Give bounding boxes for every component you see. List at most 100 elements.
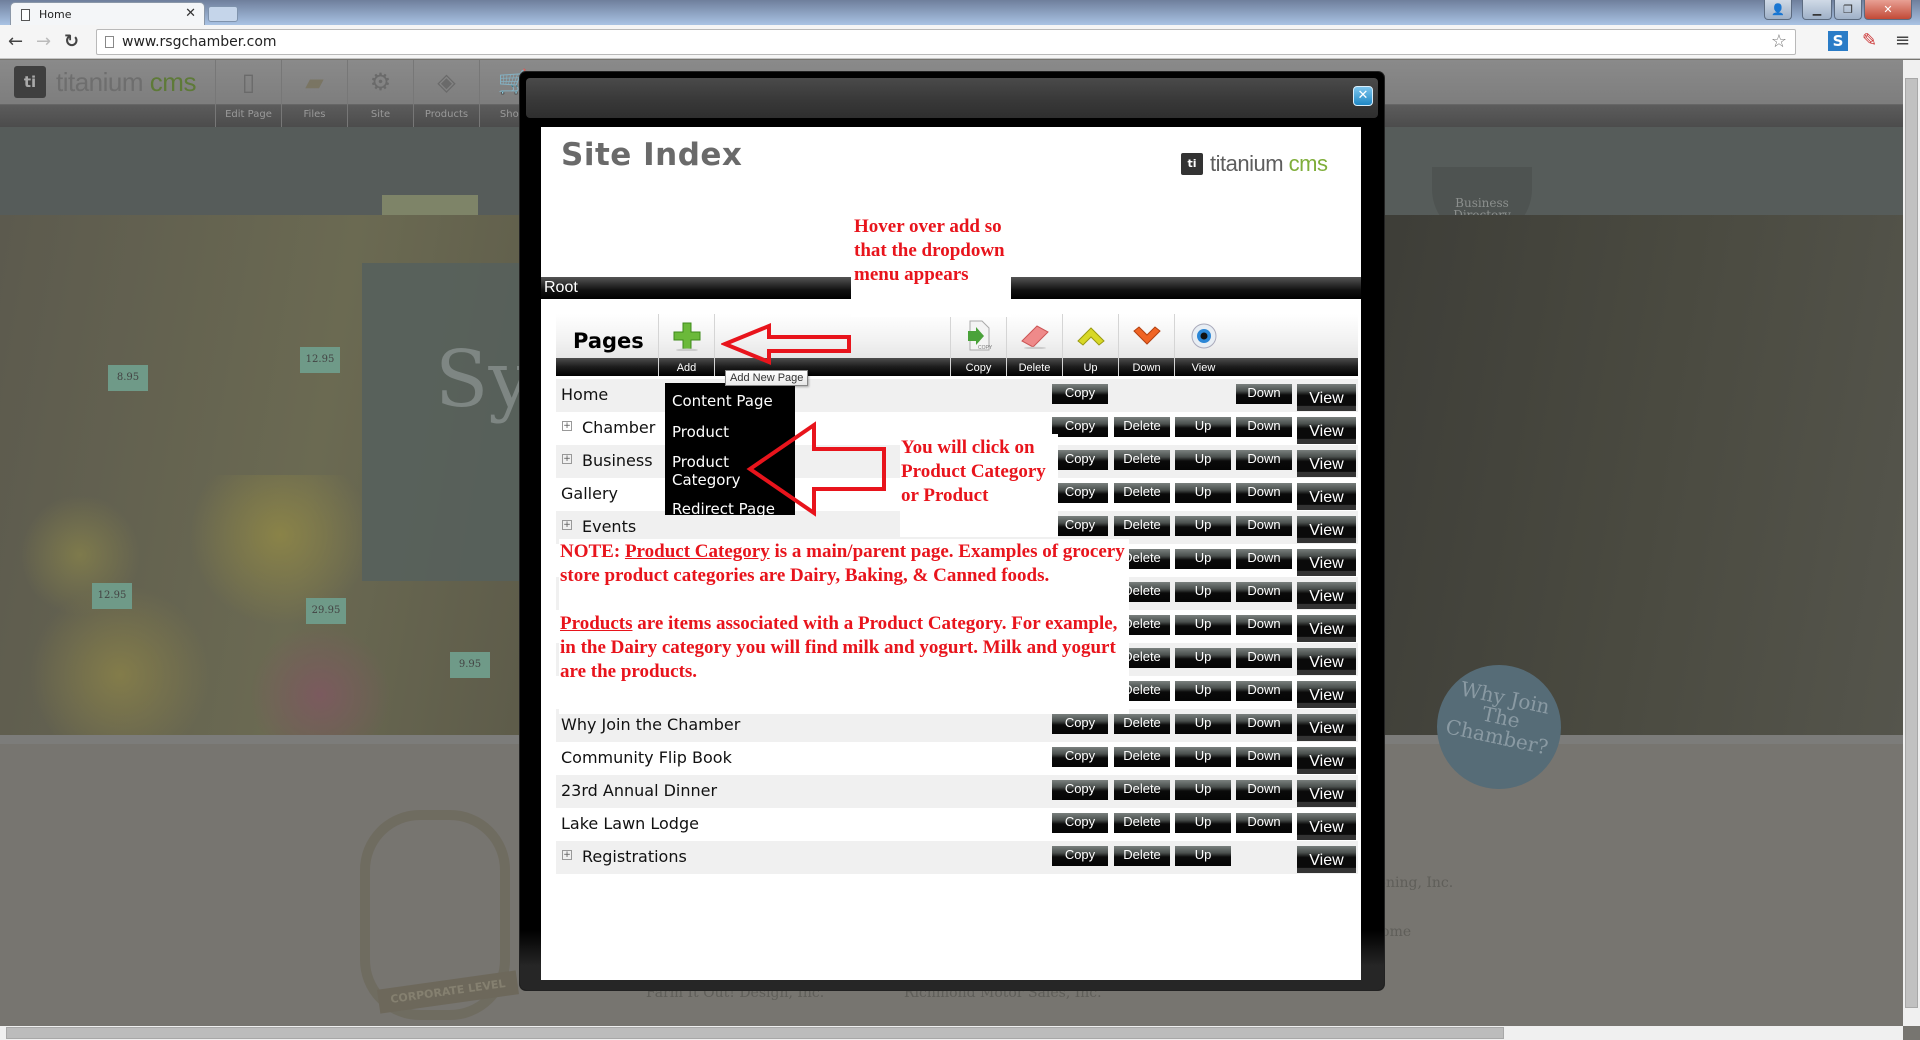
add-button[interactable]: Add: [658, 314, 714, 376]
page-name[interactable]: Gallery: [561, 484, 618, 503]
up-button[interactable]: Up: [1175, 450, 1231, 470]
up-button[interactable]: Up: [1175, 681, 1231, 701]
eyedropper-extension-icon[interactable]: ✎: [1862, 30, 1877, 51]
page-name[interactable]: Community Flip Book: [561, 748, 732, 767]
horizontal-scrollbar[interactable]: [0, 1026, 1903, 1040]
delete-button[interactable]: Delete: [1114, 417, 1170, 437]
close-tab-icon[interactable]: ✕: [185, 6, 196, 21]
menu-icon[interactable]: ≡: [1895, 30, 1910, 51]
page-name[interactable]: Chamber: [582, 418, 655, 437]
close-window-button[interactable]: ✕: [1864, 0, 1912, 20]
delete-button[interactable]: Delete: [1114, 780, 1170, 800]
down-button[interactable]: Down: [1236, 483, 1292, 503]
view-toolbar-button[interactable]: View: [1174, 314, 1232, 376]
delete-button[interactable]: Delete: [1114, 813, 1170, 833]
bookmark-star-icon[interactable]: ☆: [1771, 31, 1787, 52]
up-button[interactable]: Up: [1175, 813, 1231, 833]
page-name[interactable]: Home: [561, 385, 608, 404]
new-tab-button[interactable]: [208, 6, 238, 22]
down-button[interactable]: Down: [1236, 681, 1292, 701]
copy-button[interactable]: Copy: [1052, 747, 1108, 767]
view-button[interactable]: View: [1297, 417, 1356, 444]
down-button[interactable]: Down: [1236, 714, 1292, 734]
vertical-scrollbar[interactable]: [1903, 60, 1920, 1026]
view-button[interactable]: View: [1297, 450, 1356, 477]
forward-icon[interactable]: →: [36, 31, 51, 52]
copy-button[interactable]: Copy: [1052, 780, 1108, 800]
up-button[interactable]: Up: [1175, 780, 1231, 800]
cms-tool-files[interactable]: ▰ Files: [281, 60, 347, 127]
view-button[interactable]: View: [1297, 384, 1356, 411]
up-button[interactable]: Up: [1175, 747, 1231, 767]
down-button[interactable]: Down: [1236, 417, 1292, 437]
page-name[interactable]: Business: [582, 451, 653, 470]
copy-button[interactable]: Copy: [1052, 714, 1108, 734]
copy-button[interactable]: Copy: [1052, 516, 1108, 536]
browser-tab[interactable]: Home ✕: [10, 2, 205, 26]
delete-button[interactable]: Delete: [1114, 747, 1170, 767]
up-toolbar-button[interactable]: Up: [1062, 314, 1118, 376]
view-button[interactable]: View: [1297, 813, 1356, 840]
page-name[interactable]: Registrations: [582, 847, 687, 866]
up-button[interactable]: Up: [1175, 582, 1231, 602]
close-modal-button[interactable]: ✕: [1353, 86, 1373, 106]
breadcrumb-root[interactable]: Root: [544, 279, 578, 297]
down-button[interactable]: Down: [1236, 813, 1292, 833]
up-button[interactable]: Up: [1175, 615, 1231, 635]
extension-s-icon[interactable]: S: [1828, 31, 1848, 51]
up-button[interactable]: Up: [1175, 516, 1231, 536]
copy-button[interactable]: Copy: [1052, 450, 1108, 470]
back-icon[interactable]: ←: [8, 31, 23, 52]
view-button[interactable]: View: [1297, 582, 1356, 609]
delete-button[interactable]: Delete: [1114, 714, 1170, 734]
copy-button[interactable]: Copy: [1052, 483, 1108, 503]
copy-button[interactable]: Copy: [1052, 846, 1108, 866]
view-button[interactable]: View: [1297, 483, 1356, 510]
view-button[interactable]: View: [1297, 714, 1356, 741]
delete-button[interactable]: Delete: [1114, 516, 1170, 536]
view-button[interactable]: View: [1297, 846, 1356, 873]
up-button[interactable]: Up: [1175, 648, 1231, 668]
delete-button[interactable]: Delete: [1114, 846, 1170, 866]
down-button[interactable]: Down: [1236, 747, 1292, 767]
expand-icon[interactable]: +: [562, 421, 572, 431]
down-button[interactable]: Down: [1236, 384, 1292, 404]
page-name[interactable]: 23rd Annual Dinner: [561, 781, 717, 800]
down-button[interactable]: Down: [1236, 615, 1292, 635]
up-button[interactable]: Up: [1175, 483, 1231, 503]
up-button[interactable]: Up: [1175, 714, 1231, 734]
expand-icon[interactable]: +: [562, 520, 572, 530]
view-button[interactable]: View: [1297, 747, 1356, 774]
down-button[interactable]: Down: [1236, 648, 1292, 668]
cms-tool-edit-page[interactable]: ▯ Edit Page: [215, 60, 281, 127]
minimize-button[interactable]: ▁: [1802, 0, 1832, 20]
down-button[interactable]: Down: [1236, 516, 1292, 536]
reload-icon[interactable]: ↻: [64, 31, 79, 52]
down-toolbar-button[interactable]: Down: [1118, 314, 1174, 376]
down-button[interactable]: Down: [1236, 780, 1292, 800]
page-name[interactable]: Lake Lawn Lodge: [561, 814, 699, 833]
page-name[interactable]: Why Join the Chamber: [561, 715, 740, 734]
menu-item-content-page[interactable]: Content Page: [665, 387, 795, 415]
copy-button[interactable]: Copy: [1052, 384, 1108, 404]
page-name[interactable]: Events: [582, 517, 636, 536]
cms-tool-products[interactable]: ◈ Products: [413, 60, 479, 127]
up-button[interactable]: Up: [1175, 549, 1231, 569]
view-button[interactable]: View: [1297, 780, 1356, 807]
user-profile-button[interactable]: 👤: [1764, 0, 1792, 20]
down-button[interactable]: Down: [1236, 582, 1292, 602]
delete-toolbar-button[interactable]: Delete: [1006, 314, 1062, 376]
copy-button[interactable]: Copy: [1052, 417, 1108, 437]
delete-button[interactable]: Delete: [1114, 450, 1170, 470]
expand-icon[interactable]: +: [562, 850, 572, 860]
cms-tool-site[interactable]: ⚙ Site: [347, 60, 413, 127]
copy-toolbar-button[interactable]: COPY Copy: [950, 314, 1006, 376]
view-button[interactable]: View: [1297, 516, 1356, 543]
down-button[interactable]: Down: [1236, 549, 1292, 569]
view-button[interactable]: View: [1297, 549, 1356, 576]
address-bar[interactable]: www.rsgchamber.com ☆: [96, 29, 1796, 55]
down-button[interactable]: Down: [1236, 450, 1292, 470]
maximize-button[interactable]: ❐: [1834, 0, 1862, 20]
view-button[interactable]: View: [1297, 615, 1356, 642]
up-button[interactable]: Up: [1175, 417, 1231, 437]
